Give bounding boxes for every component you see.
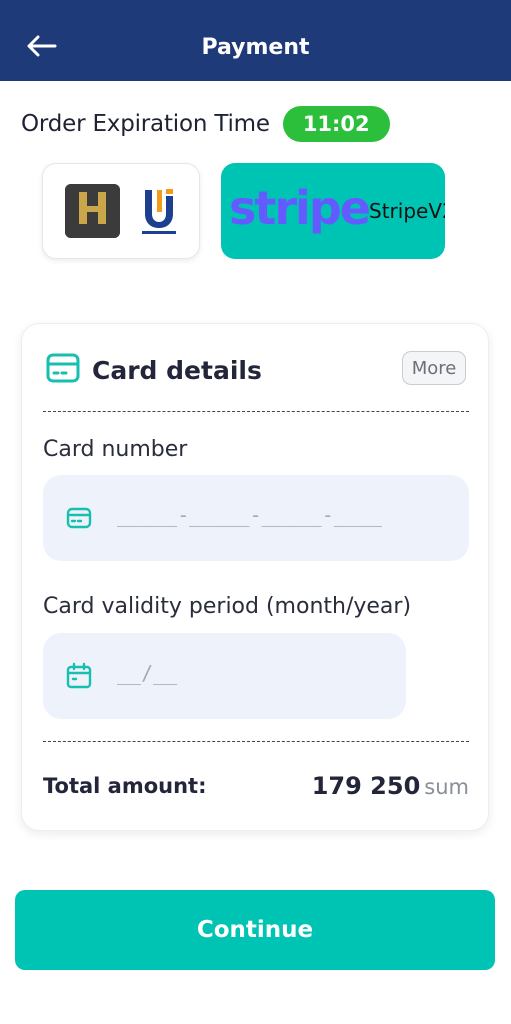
total-amount-label: Total amount:	[43, 774, 207, 798]
card-validity-label: Card validity period (month/year)	[43, 594, 412, 619]
card-details-header: Card details	[46, 350, 262, 390]
card-number-input[interactable]: _____-_____-_____-____	[43, 475, 469, 561]
expiration-row: Order Expiration Time 11:02	[21, 104, 390, 144]
total-amount-number: 179 250	[311, 772, 421, 800]
calendar-icon	[65, 662, 93, 690]
total-amount-row: Total amount: 179 250 sum	[43, 771, 469, 807]
card-number-placeholder: _____-_____-_____-____	[117, 503, 382, 527]
card-validity-placeholder: __/__	[117, 661, 178, 685]
card-details-panel: Card details More Card number _____-____…	[21, 323, 489, 831]
card-number-label: Card number	[43, 437, 188, 462]
credit-card-icon	[65, 504, 93, 532]
page-title: Payment	[201, 35, 310, 60]
more-button[interactable]: More	[402, 351, 466, 385]
continue-button[interactable]: Continue	[15, 890, 495, 970]
card-details-title: Card details	[92, 355, 262, 385]
total-amount-currency: sum	[424, 775, 469, 799]
divider	[43, 741, 469, 742]
divider	[43, 411, 469, 412]
stripe-method-label: StripeV2	[369, 199, 445, 223]
payment-method-humo-uzcard[interactable]	[42, 163, 200, 259]
uzcard-logo	[140, 186, 178, 236]
humo-logo	[65, 184, 120, 238]
total-amount-value: 179 250 sum	[312, 772, 469, 800]
card-validity-input[interactable]: __/__	[43, 633, 406, 719]
payment-method-stripe[interactable]: stripe StripeV2	[221, 163, 445, 259]
expiration-label: Order Expiration Time	[21, 111, 270, 137]
credit-card-icon	[46, 353, 80, 387]
stripe-logo: stripe	[229, 181, 371, 235]
expiration-timer-badge: 11:02	[282, 106, 390, 142]
